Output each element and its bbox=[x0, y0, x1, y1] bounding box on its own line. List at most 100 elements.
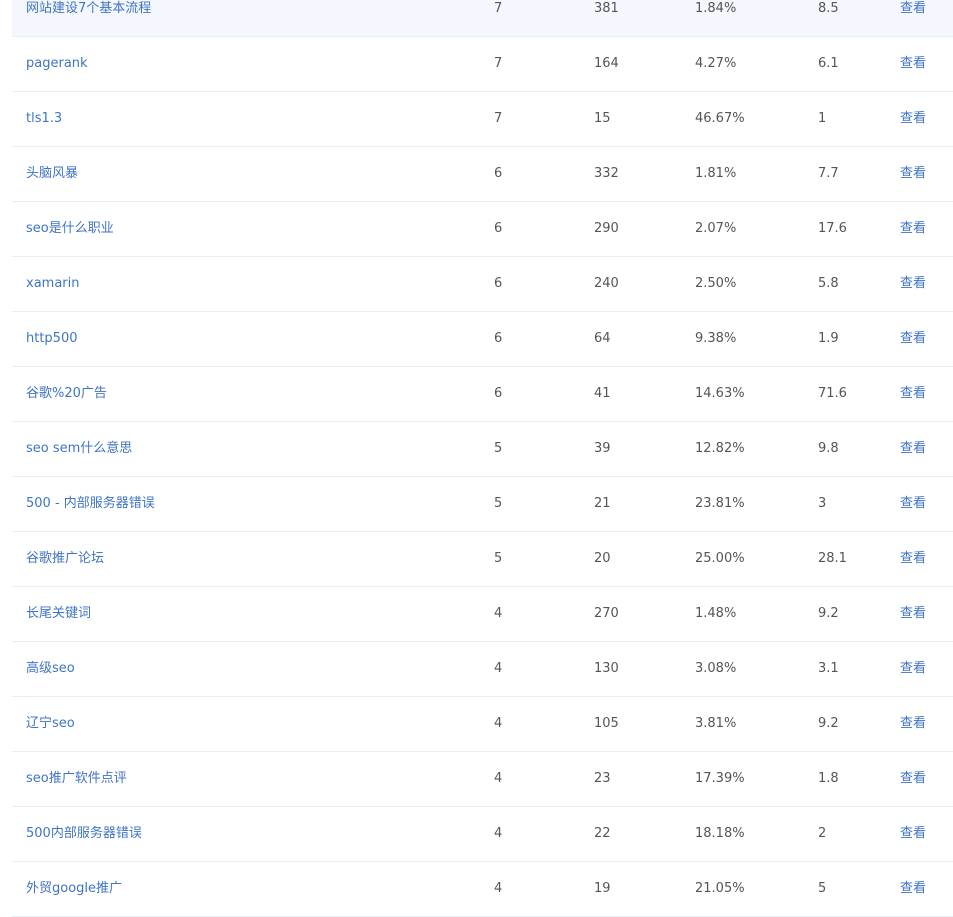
metric-1: 4 bbox=[494, 606, 503, 621]
keyword-table: 网站建设7个基本流程 7 381 1.84% 8.5 查看 pagerank 7… bbox=[12, 0, 953, 917]
view-link[interactable]: 查看 bbox=[900, 532, 926, 586]
metric-2: 105 bbox=[594, 716, 619, 731]
table-row: 长尾关键词 4 270 1.48% 9.2 查看 bbox=[12, 587, 953, 642]
view-link[interactable]: 查看 bbox=[900, 312, 926, 366]
metric-2: 19 bbox=[594, 881, 611, 896]
metric-percent: 25.00% bbox=[695, 551, 745, 566]
table-row: seo是什么职业 6 290 2.07% 17.6 查看 bbox=[12, 202, 953, 257]
keyword-link[interactable]: 500 - 内部服务器错误 bbox=[26, 477, 155, 531]
metric-4: 1 bbox=[818, 111, 827, 126]
view-link[interactable]: 查看 bbox=[900, 37, 926, 91]
metric-1: 7 bbox=[494, 1, 503, 16]
metric-percent: 23.81% bbox=[695, 496, 745, 511]
metric-percent: 21.05% bbox=[695, 881, 745, 896]
table-row: 高级seo 4 130 3.08% 3.1 查看 bbox=[12, 642, 953, 697]
keyword-link[interactable]: 头脑风暴 bbox=[26, 147, 78, 201]
metric-1: 4 bbox=[494, 826, 503, 841]
keyword-link[interactable]: 高级seo bbox=[26, 642, 75, 696]
metric-percent: 2.50% bbox=[695, 276, 737, 291]
keyword-link[interactable]: seo sem什么意思 bbox=[26, 422, 132, 476]
view-link[interactable]: 查看 bbox=[900, 367, 926, 421]
keyword-link[interactable]: pagerank bbox=[26, 37, 88, 91]
metric-1: 4 bbox=[494, 771, 503, 786]
metric-1: 6 bbox=[494, 221, 503, 236]
metric-2: 64 bbox=[594, 331, 611, 346]
metric-percent: 4.27% bbox=[695, 56, 737, 71]
table-row: 谷歌推广论坛 5 20 25.00% 28.1 查看 bbox=[12, 532, 953, 587]
keyword-link[interactable]: seo是什么职业 bbox=[26, 202, 114, 256]
view-link[interactable]: 查看 bbox=[900, 862, 926, 916]
metric-percent: 9.38% bbox=[695, 331, 737, 346]
metric-1: 7 bbox=[494, 56, 503, 71]
metric-1: 5 bbox=[494, 496, 503, 511]
metric-4: 7.7 bbox=[818, 166, 839, 181]
metric-1: 4 bbox=[494, 716, 503, 731]
table-row: 辽宁seo 4 105 3.81% 9.2 查看 bbox=[12, 697, 953, 752]
metric-1: 4 bbox=[494, 881, 503, 896]
metric-2: 20 bbox=[594, 551, 611, 566]
metric-1: 5 bbox=[494, 441, 503, 456]
metric-1: 7 bbox=[494, 111, 503, 126]
table-row: 外贸google推广 4 19 21.05% 5 查看 bbox=[12, 862, 953, 917]
metric-2: 164 bbox=[594, 56, 619, 71]
keyword-link[interactable]: 网站建设7个基本流程 bbox=[26, 0, 151, 36]
view-link[interactable]: 查看 bbox=[900, 587, 926, 641]
view-link[interactable]: 查看 bbox=[900, 477, 926, 531]
metric-4: 3.1 bbox=[818, 661, 839, 676]
keyword-link[interactable]: seo推广软件点评 bbox=[26, 752, 127, 806]
metric-percent: 1.84% bbox=[695, 1, 737, 16]
keyword-link[interactable]: 500内部服务器错误 bbox=[26, 807, 142, 861]
metric-percent: 2.07% bbox=[695, 221, 737, 236]
metric-2: 332 bbox=[594, 166, 619, 181]
metric-4: 1.8 bbox=[818, 771, 839, 786]
metric-2: 130 bbox=[594, 661, 619, 676]
view-link[interactable]: 查看 bbox=[900, 0, 926, 36]
view-link[interactable]: 查看 bbox=[900, 807, 926, 861]
metric-2: 15 bbox=[594, 111, 611, 126]
view-link[interactable]: 查看 bbox=[900, 422, 926, 476]
view-link[interactable]: 查看 bbox=[900, 147, 926, 201]
view-link[interactable]: 查看 bbox=[900, 257, 926, 311]
metric-1: 6 bbox=[494, 276, 503, 291]
metric-1: 6 bbox=[494, 166, 503, 181]
view-link[interactable]: 查看 bbox=[900, 697, 926, 751]
table-row: seo sem什么意思 5 39 12.82% 9.8 查看 bbox=[12, 422, 953, 477]
keyword-link[interactable]: tls1.3 bbox=[26, 92, 62, 146]
view-link[interactable]: 查看 bbox=[900, 642, 926, 696]
metric-2: 22 bbox=[594, 826, 611, 841]
metric-4: 5 bbox=[818, 881, 827, 896]
metric-2: 381 bbox=[594, 1, 619, 16]
metric-1: 6 bbox=[494, 331, 503, 346]
metric-4: 5.8 bbox=[818, 276, 839, 291]
metric-4: 3 bbox=[818, 496, 827, 511]
metric-4: 9.8 bbox=[818, 441, 839, 456]
table-row: pagerank 7 164 4.27% 6.1 查看 bbox=[12, 37, 953, 92]
view-link[interactable]: 查看 bbox=[900, 92, 926, 146]
keyword-link[interactable]: 辽宁seo bbox=[26, 697, 75, 751]
metric-2: 23 bbox=[594, 771, 611, 786]
metric-2: 41 bbox=[594, 386, 611, 401]
metric-4: 9.2 bbox=[818, 606, 839, 621]
table-row: 500 - 内部服务器错误 5 21 23.81% 3 查看 bbox=[12, 477, 953, 532]
metric-percent: 17.39% bbox=[695, 771, 745, 786]
keyword-link[interactable]: xamarin bbox=[26, 257, 80, 311]
metric-1: 4 bbox=[494, 661, 503, 676]
keyword-link[interactable]: 外贸google推广 bbox=[26, 862, 122, 916]
metric-2: 240 bbox=[594, 276, 619, 291]
keyword-link[interactable]: 谷歌%20广告 bbox=[26, 367, 107, 421]
metric-4: 8.5 bbox=[818, 1, 839, 16]
keyword-link[interactable]: 长尾关键词 bbox=[26, 587, 91, 641]
metric-4: 2 bbox=[818, 826, 827, 841]
metric-1: 6 bbox=[494, 386, 503, 401]
metric-2: 39 bbox=[594, 441, 611, 456]
keyword-link[interactable]: 谷歌推广论坛 bbox=[26, 532, 104, 586]
metric-2: 21 bbox=[594, 496, 611, 511]
metric-percent: 14.63% bbox=[695, 386, 745, 401]
view-link[interactable]: 查看 bbox=[900, 752, 926, 806]
metric-percent: 1.81% bbox=[695, 166, 737, 181]
keyword-link[interactable]: http500 bbox=[26, 312, 78, 366]
metric-2: 290 bbox=[594, 221, 619, 236]
metric-1: 5 bbox=[494, 551, 503, 566]
view-link[interactable]: 查看 bbox=[900, 202, 926, 256]
table-row: http500 6 64 9.38% 1.9 查看 bbox=[12, 312, 953, 367]
